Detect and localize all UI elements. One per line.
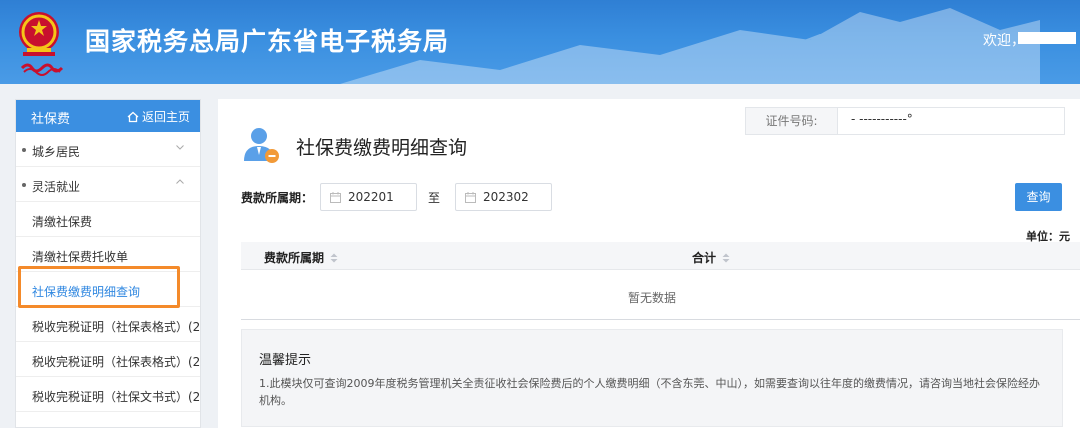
sidebar-item-tax-certificate-table-1[interactable]: 税收完税证明（社保表格式）(202	[16, 307, 200, 342]
sidebar-title: 社保费	[31, 112, 71, 127]
sidebar-item-label: 清缴社保费托收单	[32, 250, 129, 264]
sidebar-item-label: 城乡居民	[32, 145, 81, 159]
sidebar-group-flexible-employment[interactable]: 灵活就业	[16, 167, 200, 202]
tax-seal-logo	[20, 60, 64, 76]
site-title: 国家税务总局广东省电子税务局	[85, 27, 450, 56]
page-title: 社保费缴费明细查询	[296, 137, 468, 159]
calendar-icon	[330, 192, 341, 203]
column-header-period[interactable]: 费款所属期	[264, 249, 338, 266]
sidebar-item-tax-certificate-document[interactable]: 税收完税证明（社保文书式）(202	[16, 377, 200, 412]
site-header: 国家税务总局广东省电子税务局 欢迎，	[0, 0, 1080, 84]
notice-text: 1.此模块仅可查询2009年度税务管理机关全责征收社会保险费后的个人缴费明细（不…	[259, 377, 1040, 407]
sidebar: 社保费 返回主页 城乡居民 灵活就业 清缴社保费 清缴社保费托收单 社保费缴费明…	[15, 99, 201, 428]
sidebar-item-clear-social-fee[interactable]: 清缴社保费	[16, 202, 200, 237]
cert-number-field[interactable]: 证件号码: - -----------°	[745, 107, 1065, 135]
sort-icon	[330, 253, 338, 263]
sidebar-item-label: 灵活就业	[32, 180, 81, 194]
period-label: 费款所属期：	[241, 191, 314, 205]
sidebar-item-tax-certificate-table-2[interactable]: 税收完税证明（社保表格式）(202	[16, 342, 200, 377]
home-link[interactable]: 返回主页	[127, 108, 190, 125]
to-label: 至	[428, 191, 441, 205]
notice-title: 温馨提示	[259, 353, 312, 368]
main-panel: 社保费缴费明细查询 证件号码: - -----------° 费款所属期： 20…	[218, 99, 1080, 428]
calendar-icon	[465, 192, 476, 203]
user-query-icon	[244, 128, 279, 163]
sort-icon	[722, 253, 730, 263]
chevron-down-icon	[176, 145, 184, 150]
column-header-total[interactable]: 合计	[692, 249, 730, 266]
date-from-value: 202201	[348, 190, 394, 204]
user-name-redacted	[1018, 32, 1076, 44]
cert-number-value: - -----------°	[851, 112, 913, 126]
sidebar-group-urban-rural[interactable]: 城乡居民	[16, 132, 200, 167]
bullet-icon	[22, 183, 26, 187]
notice-box: 温馨提示 1.此模块仅可查询2009年度税务管理机关全责征收社会保险费后的个人缴…	[241, 329, 1063, 427]
home-link-label: 返回主页	[141, 110, 190, 124]
query-button[interactable]: 查询	[1015, 183, 1062, 211]
sidebar-header: 社保费 返回主页	[16, 100, 200, 132]
home-icon	[127, 111, 139, 123]
cert-number-label: 证件号码:	[746, 108, 838, 134]
national-emblem-icon	[19, 12, 59, 56]
date-from-input[interactable]: 202201	[320, 183, 417, 211]
date-to-value: 202302	[483, 190, 529, 204]
table-header: 费款所属期 合计	[241, 242, 1080, 270]
sidebar-item-label: 清缴社保费	[32, 215, 93, 229]
empty-data-text: 暂无数据	[628, 291, 677, 305]
column-label: 费款所属期	[264, 251, 325, 265]
date-to-input[interactable]: 202302	[455, 183, 552, 211]
column-label: 合计	[692, 251, 717, 265]
sidebar-item-label: 税收完税证明（社保表格式）(202	[32, 355, 201, 369]
sidebar-item-label: 税收完税证明（社保表格式）(202	[32, 320, 201, 334]
bullet-icon	[22, 148, 26, 152]
sidebar-item-label: 税收完税证明（社保文书式）(202	[32, 390, 201, 404]
annotation-highlight-box	[18, 266, 180, 308]
chevron-up-icon	[176, 179, 184, 184]
table-empty-row: 暂无数据	[241, 270, 1080, 320]
